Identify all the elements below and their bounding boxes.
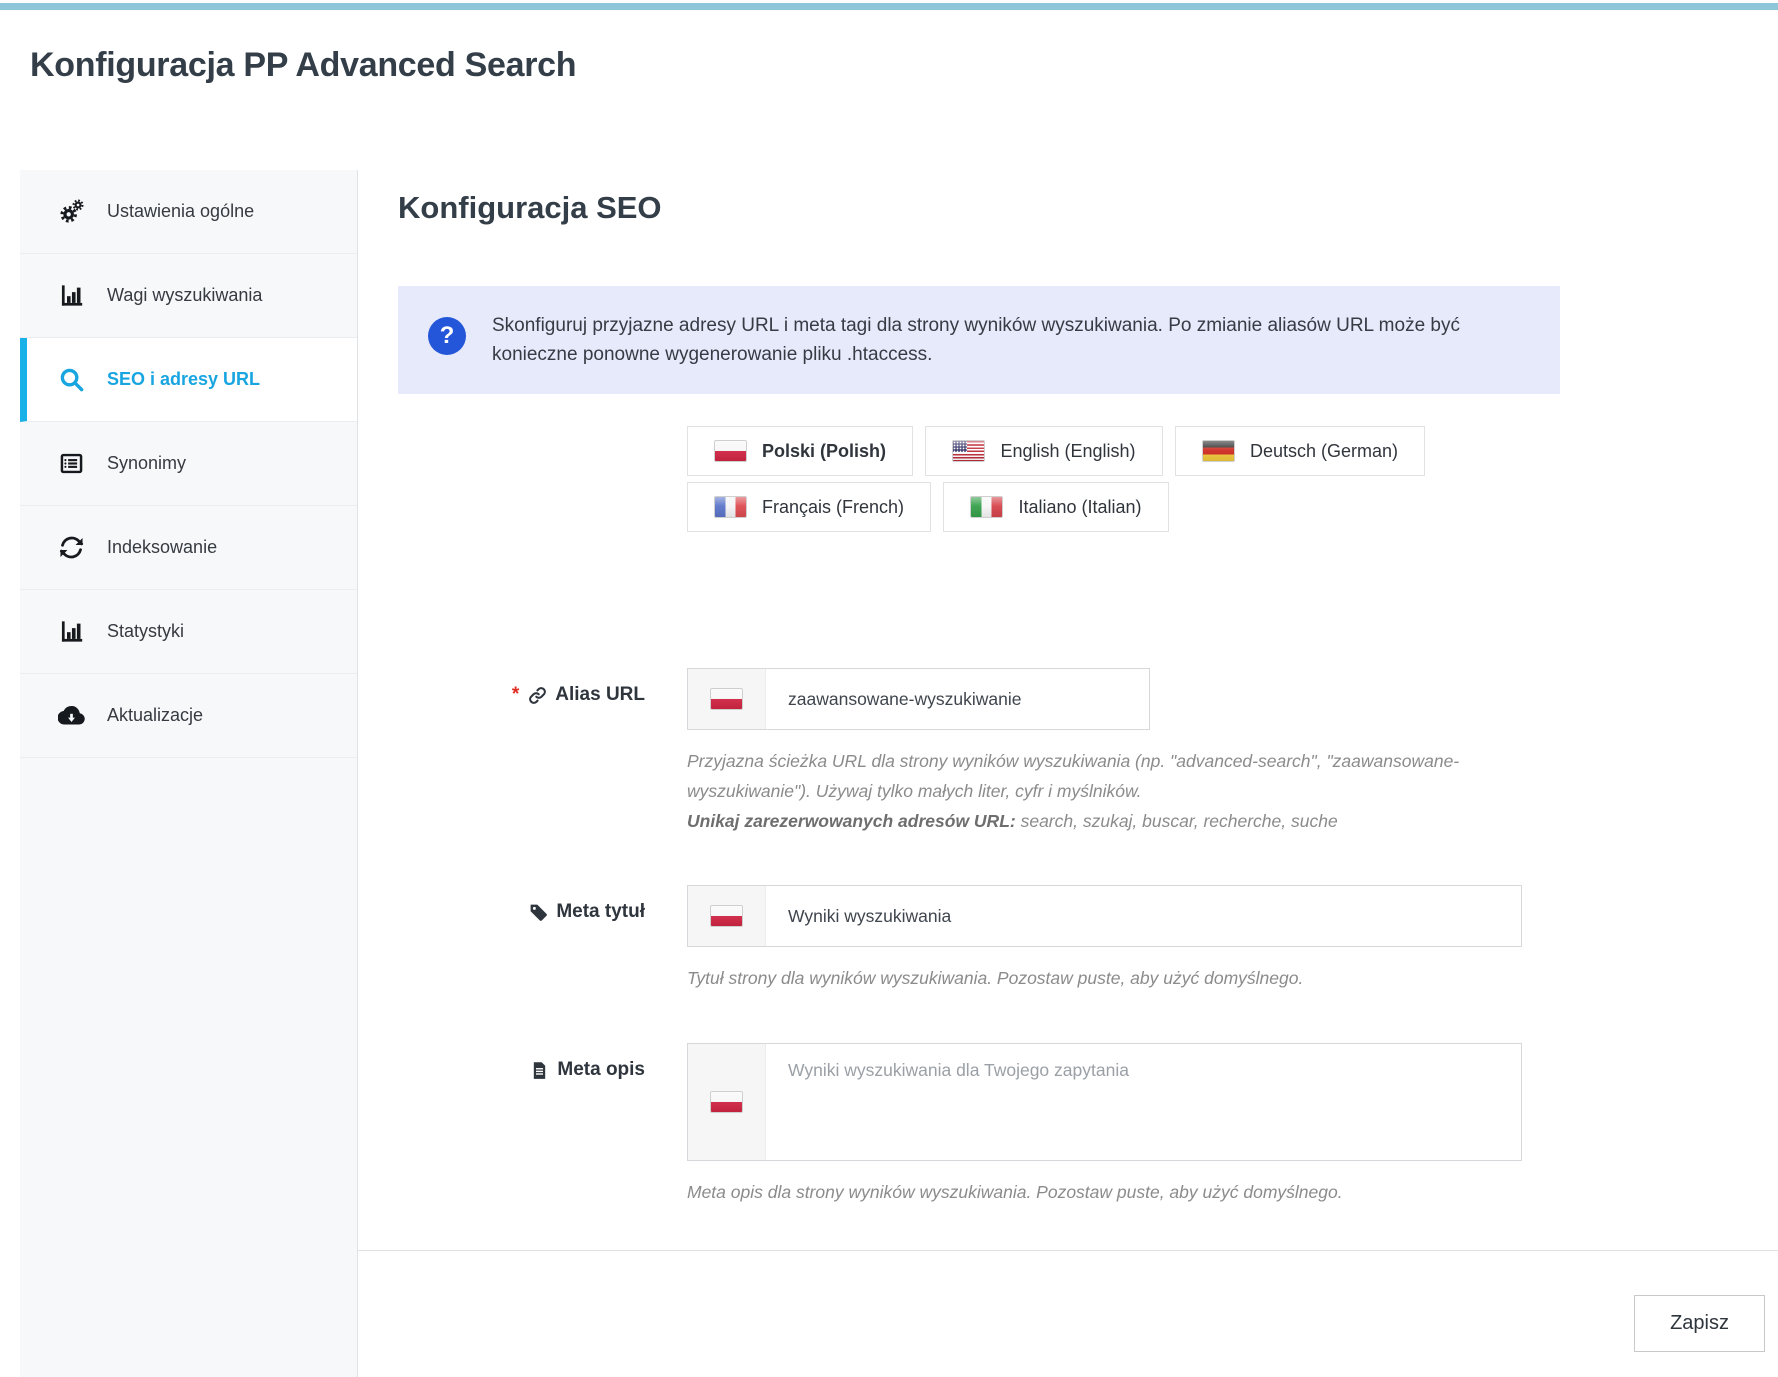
section-title: Konfiguracja SEO	[398, 190, 1778, 226]
bar-chart-icon	[58, 282, 85, 309]
tag-icon	[528, 902, 549, 923]
list-icon	[58, 450, 85, 477]
language-label: Italiano (Italian)	[1018, 497, 1141, 518]
language-tab-polish[interactable]: Polski (Polish)	[687, 426, 913, 476]
meta-description-row: Meta opis Meta opis dla strony wyników w…	[398, 1043, 1778, 1207]
sync-icon	[58, 534, 85, 561]
sidebar-item-statistics[interactable]: Statystyki	[20, 590, 357, 674]
form-footer: Zapisz	[398, 1295, 1778, 1352]
meta-title-help: Tytuł strony dla wyników wyszukiwania. P…	[687, 963, 1555, 993]
alias-url-input-group	[687, 668, 1150, 730]
meta-description-label-text: Meta opis	[557, 1059, 645, 1081]
meta-title-label: Meta tytuł	[398, 885, 645, 993]
sidebar-item-general-settings[interactable]: Ustawienia ogólne	[20, 170, 357, 254]
sidebar-item-label: Aktualizacje	[107, 705, 203, 726]
help-icon: ?	[428, 317, 466, 355]
required-asterisk: *	[512, 684, 519, 706]
alias-url-label-text: Alias URL	[555, 684, 645, 706]
sidebar-item-label: Synonimy	[107, 453, 186, 474]
meta-title-row: Meta tytuł Tytuł strony dla wyników wysz…	[398, 885, 1778, 993]
search-icon	[58, 366, 85, 393]
sidebar-item-label: Ustawienia ogólne	[107, 201, 254, 222]
language-tab-italian[interactable]: Italiano (Italian)	[943, 482, 1168, 532]
meta-title-label-text: Meta tytuł	[556, 901, 645, 923]
meta-title-field: Tytuł strony dla wyników wyszukiwania. P…	[687, 885, 1778, 993]
meta-description-textarea[interactable]	[766, 1044, 1521, 1160]
layout: Ustawienia ogólne Wagi wyszukiwania	[20, 170, 1778, 1377]
alias-help-reserved: search, szukaj, buscar, recherche, suche	[1016, 811, 1338, 831]
bar-chart-icon	[58, 618, 85, 645]
alias-url-help: Przyjazna ścieżka URL dla strony wyników…	[687, 746, 1555, 836]
language-tab-french[interactable]: Français (French)	[687, 482, 931, 532]
sidebar-item-indexing[interactable]: Indeksowanie	[20, 506, 357, 590]
cloud-download-icon	[58, 702, 85, 729]
poland-flag-icon	[710, 905, 743, 927]
main-content: Konfiguracja SEO ? Skonfiguruj przyjazne…	[358, 170, 1778, 1377]
save-button[interactable]: Zapisz	[1634, 1295, 1765, 1352]
sidebar: Ustawienia ogólne Wagi wyszukiwania	[20, 170, 358, 1377]
meta-description-help: Meta opis dla strony wyników wyszukiwani…	[687, 1177, 1555, 1207]
meta-title-input[interactable]	[766, 886, 1521, 946]
top-accent-bar	[0, 3, 1778, 10]
meta-description-field: Meta opis dla strony wyników wyszukiwani…	[687, 1043, 1778, 1207]
language-label: Français (French)	[762, 497, 904, 518]
poland-flag-icon	[710, 1091, 743, 1113]
alias-url-label: * Alias URL	[398, 668, 645, 836]
info-box: ? Skonfiguruj przyjazne adresy URL i met…	[398, 286, 1560, 394]
alias-url-field: Przyjazna ścieżka URL dla strony wyników…	[687, 668, 1778, 836]
italy-flag-icon	[970, 496, 1003, 518]
usa-flag-icon	[952, 440, 985, 462]
alias-url-row: * Alias URL	[398, 668, 1778, 836]
meta-title-input-group	[687, 885, 1522, 947]
link-icon	[527, 685, 548, 706]
language-switcher: Polski (Polish) English (English) Deutsc…	[687, 426, 1477, 538]
sidebar-item-synonyms[interactable]: Synonimy	[20, 422, 357, 506]
document-icon	[529, 1060, 550, 1081]
language-label: Polski (Polish)	[762, 441, 886, 462]
meta-description-label: Meta opis	[398, 1043, 645, 1207]
gears-icon	[58, 198, 85, 225]
meta-description-flag-addon	[688, 1044, 766, 1160]
sidebar-item-updates[interactable]: Aktualizacje	[20, 674, 357, 758]
language-label: English (English)	[1000, 441, 1135, 462]
language-tab-english[interactable]: English (English)	[925, 426, 1162, 476]
sidebar-item-search-weights[interactable]: Wagi wyszukiwania	[20, 254, 357, 338]
poland-flag-icon	[714, 440, 747, 462]
alias-help-bold: Unikaj zarezerwowanych adresów URL:	[687, 811, 1016, 831]
sidebar-item-label: SEO i adresy URL	[107, 369, 260, 390]
language-label: Deutsch (German)	[1250, 441, 1398, 462]
france-flag-icon	[714, 496, 747, 518]
meta-description-input-group	[687, 1043, 1522, 1161]
language-tab-german[interactable]: Deutsch (German)	[1175, 426, 1425, 476]
alias-flag-addon	[688, 669, 766, 729]
info-text: Skonfiguruj przyjazne adresy URL i meta …	[492, 311, 1512, 369]
alias-help-text: Przyjazna ścieżka URL dla strony wyników…	[687, 751, 1459, 801]
seo-form: * Alias URL	[398, 668, 1778, 1207]
poland-flag-icon	[710, 688, 743, 710]
sidebar-item-seo-urls[interactable]: SEO i adresy URL	[20, 338, 357, 422]
meta-title-flag-addon	[688, 886, 766, 946]
page-title: Konfiguracja PP Advanced Search	[30, 46, 1778, 92]
sidebar-item-label: Statystyki	[107, 621, 184, 642]
sidebar-item-label: Wagi wyszukiwania	[107, 285, 262, 306]
sidebar-item-label: Indeksowanie	[107, 537, 217, 558]
footer-divider	[358, 1250, 1778, 1251]
germany-flag-icon	[1202, 440, 1235, 462]
alias-url-input[interactable]	[766, 669, 1149, 729]
